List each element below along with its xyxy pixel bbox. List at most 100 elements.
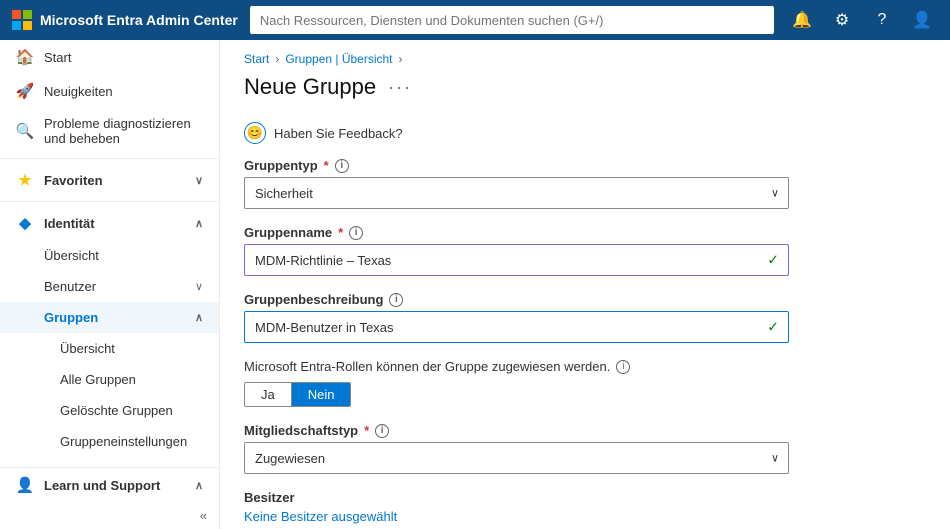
gruppentyp-group: Gruppentyp * i Sicherheit ∨ [244, 158, 926, 209]
info-icon-gruppentyp[interactable]: i [335, 159, 349, 173]
feedback-icon: 😊 [244, 122, 266, 144]
home-icon: 🏠 [16, 48, 34, 66]
gruppenbeschreibung-label: Gruppenbeschreibung i [244, 292, 926, 307]
feedback-bar: 😊 Haben Sie Feedback? [220, 116, 950, 158]
page-header: Neue Gruppe ··· [220, 70, 950, 116]
sidebar-label-learn: Learn und Support [44, 478, 160, 493]
roles-toggle-group: Ja Nein [244, 382, 351, 407]
page-title: Neue Gruppe [244, 74, 376, 100]
chevron-down-icon-benutzer: ∨ [195, 280, 203, 293]
sidebar-label-gruppen: Gruppen [44, 310, 98, 325]
gruppenname-input-wrapper: ✓ [244, 244, 789, 276]
sidebar-label-gruppen-uebersicht: Übersicht [60, 341, 115, 356]
sidebar-item-start[interactable]: 🏠 Start [0, 40, 219, 74]
main-content: Start › Gruppen | Übersicht › Neue Grupp… [220, 40, 950, 529]
required-star-gruppentyp: * [324, 158, 329, 173]
gruppentyp-select-wrapper: Sicherheit ∨ [244, 177, 789, 209]
mitgliedschaftstyp-select-wrapper: Zugewiesen ∨ [244, 442, 789, 474]
profile-icon[interactable]: 👤 [906, 4, 938, 36]
sidebar-item-geloeschte-gruppen[interactable]: Gelöschte Gruppen [0, 395, 219, 426]
settings-icon[interactable]: ⚙ [826, 4, 858, 36]
topbar: Microsoft Entra Admin Center 🔔 ⚙ ? 👤 [0, 0, 950, 40]
gruppenbeschreibung-group: Gruppenbeschreibung i ✓ [244, 292, 926, 343]
sidebar-item-alle-gruppen[interactable]: Alle Gruppen [0, 364, 219, 395]
sidebar-item-uebersicht[interactable]: Übersicht [0, 240, 219, 271]
gruppentyp-select[interactable]: Sicherheit [244, 177, 789, 209]
search-input[interactable] [250, 6, 774, 34]
learn-icon: 👤 [16, 476, 34, 494]
besitzer-group: Besitzer Keine Besitzer ausgewählt [244, 490, 926, 524]
page-menu-button[interactable]: ··· [388, 77, 412, 98]
required-star-gruppenname: * [338, 225, 343, 240]
sidebar-item-gruppen[interactable]: Gruppen ∧ [0, 302, 219, 333]
sidebar-label-uebersicht: Übersicht [44, 248, 99, 263]
sidebar-section-favoriten[interactable]: ★ Favoriten ∨ [0, 163, 219, 197]
feedback-label: Haben Sie Feedback? [274, 126, 403, 141]
form: Gruppentyp * i Sicherheit ∨ Gruppenname … [220, 158, 950, 529]
identity-icon: ◆ [16, 214, 34, 232]
roles-group: Microsoft Entra-Rollen können der Gruppe… [244, 359, 926, 407]
gruppenbeschreibung-input[interactable] [244, 311, 789, 343]
sidebar-item-gruppeneinstellungen[interactable]: Gruppeneinstellungen [0, 426, 219, 457]
sidebar-label-geloeschte-gruppen: Gelöschte Gruppen [60, 403, 173, 418]
sidebar-label-start: Start [44, 50, 71, 65]
help-icon[interactable]: ? [866, 4, 898, 36]
breadcrumb-groups[interactable]: Gruppen | Übersicht [285, 52, 392, 66]
app-logo: Microsoft Entra Admin Center [12, 10, 238, 30]
breadcrumb-sep-1: › [275, 52, 279, 66]
sidebar-section-learn[interactable]: 👤 Learn und Support ∧ [0, 468, 219, 502]
breadcrumb-sep-2: › [399, 52, 403, 66]
info-icon-mitgliedschaft[interactable]: i [375, 424, 389, 438]
besitzer-link[interactable]: Keine Besitzer ausgewählt [244, 509, 397, 524]
sidebar-label-alle-gruppen: Alle Gruppen [60, 372, 136, 387]
sidebar-item-gruppen-uebersicht[interactable]: Übersicht [0, 333, 219, 364]
diagnose-icon: 🔍 [16, 122, 34, 140]
chevron-up-icon-learn: ∧ [195, 479, 203, 492]
toggle-ja-button[interactable]: Ja [245, 383, 292, 406]
gruppenbeschreibung-input-wrapper: ✓ [244, 311, 789, 343]
star-icon: ★ [16, 171, 34, 189]
gruppentyp-label: Gruppentyp * i [244, 158, 926, 173]
sidebar-divider-2 [0, 201, 219, 202]
mitgliedschaftstyp-group: Mitgliedschaftstyp * i Zugewiesen ∨ [244, 423, 926, 474]
sidebar-label-neuigkeiten: Neuigkeiten [44, 84, 113, 99]
roles-label: Microsoft Entra-Rollen können der Gruppe… [244, 359, 926, 374]
collapse-sidebar-button[interactable]: « [0, 502, 219, 529]
search-bar[interactable] [250, 6, 774, 34]
breadcrumb: Start › Gruppen | Übersicht › [220, 40, 950, 70]
sidebar-item-benutzer[interactable]: Benutzer ∨ [0, 271, 219, 302]
sidebar-item-probleme[interactable]: 🔍 Probleme diagnostizieren und beheben [0, 108, 219, 154]
notification-icon[interactable]: 🔔 [786, 4, 818, 36]
sidebar-label-favoriten: Favoriten [44, 173, 103, 188]
sidebar-bottom: 👤 Learn und Support ∧ « [0, 467, 219, 529]
sidebar-divider-1 [0, 158, 219, 159]
sidebar-item-neuigkeiten[interactable]: 🚀 Neuigkeiten [0, 74, 219, 108]
check-icon-gruppenname: ✓ [767, 252, 779, 269]
gruppenname-input[interactable] [244, 244, 789, 276]
required-star-mitgliedschaft: * [364, 423, 369, 438]
info-icon-gruppenname[interactable]: i [349, 226, 363, 240]
news-icon: 🚀 [16, 82, 34, 100]
gruppenname-label: Gruppenname * i [244, 225, 926, 240]
gruppenname-group: Gruppenname * i ✓ [244, 225, 926, 276]
mitgliedschaftstyp-label: Mitgliedschaftstyp * i [244, 423, 926, 438]
chevron-up-icon-gruppen: ∧ [195, 311, 203, 324]
mitgliedschaftstyp-select[interactable]: Zugewiesen [244, 442, 789, 474]
sidebar-label-probleme: Probleme diagnostizieren und beheben [44, 116, 203, 146]
app-title: Microsoft Entra Admin Center [40, 12, 238, 28]
sidebar-label-identitaet: Identität [44, 216, 95, 231]
breadcrumb-start[interactable]: Start [244, 52, 269, 66]
chevron-down-icon: ∨ [195, 174, 203, 187]
sidebar-section-identitaet[interactable]: ◆ Identität ∧ [0, 206, 219, 240]
info-icon-beschreibung[interactable]: i [389, 293, 403, 307]
microsoft-icon [12, 10, 32, 30]
check-icon-beschreibung: ✓ [767, 319, 779, 336]
collapse-icon: « [200, 508, 207, 523]
info-icon-roles[interactable]: i [616, 360, 630, 374]
besitzer-label: Besitzer [244, 490, 926, 505]
toggle-nein-button[interactable]: Nein [292, 383, 351, 406]
sidebar-label-benutzer: Benutzer [44, 279, 96, 294]
sidebar-label-gruppeneinstellungen: Gruppeneinstellungen [60, 434, 187, 449]
sidebar: 🏠 Start 🚀 Neuigkeiten 🔍 Probleme diagnos… [0, 40, 220, 529]
chevron-up-icon: ∧ [195, 217, 203, 230]
